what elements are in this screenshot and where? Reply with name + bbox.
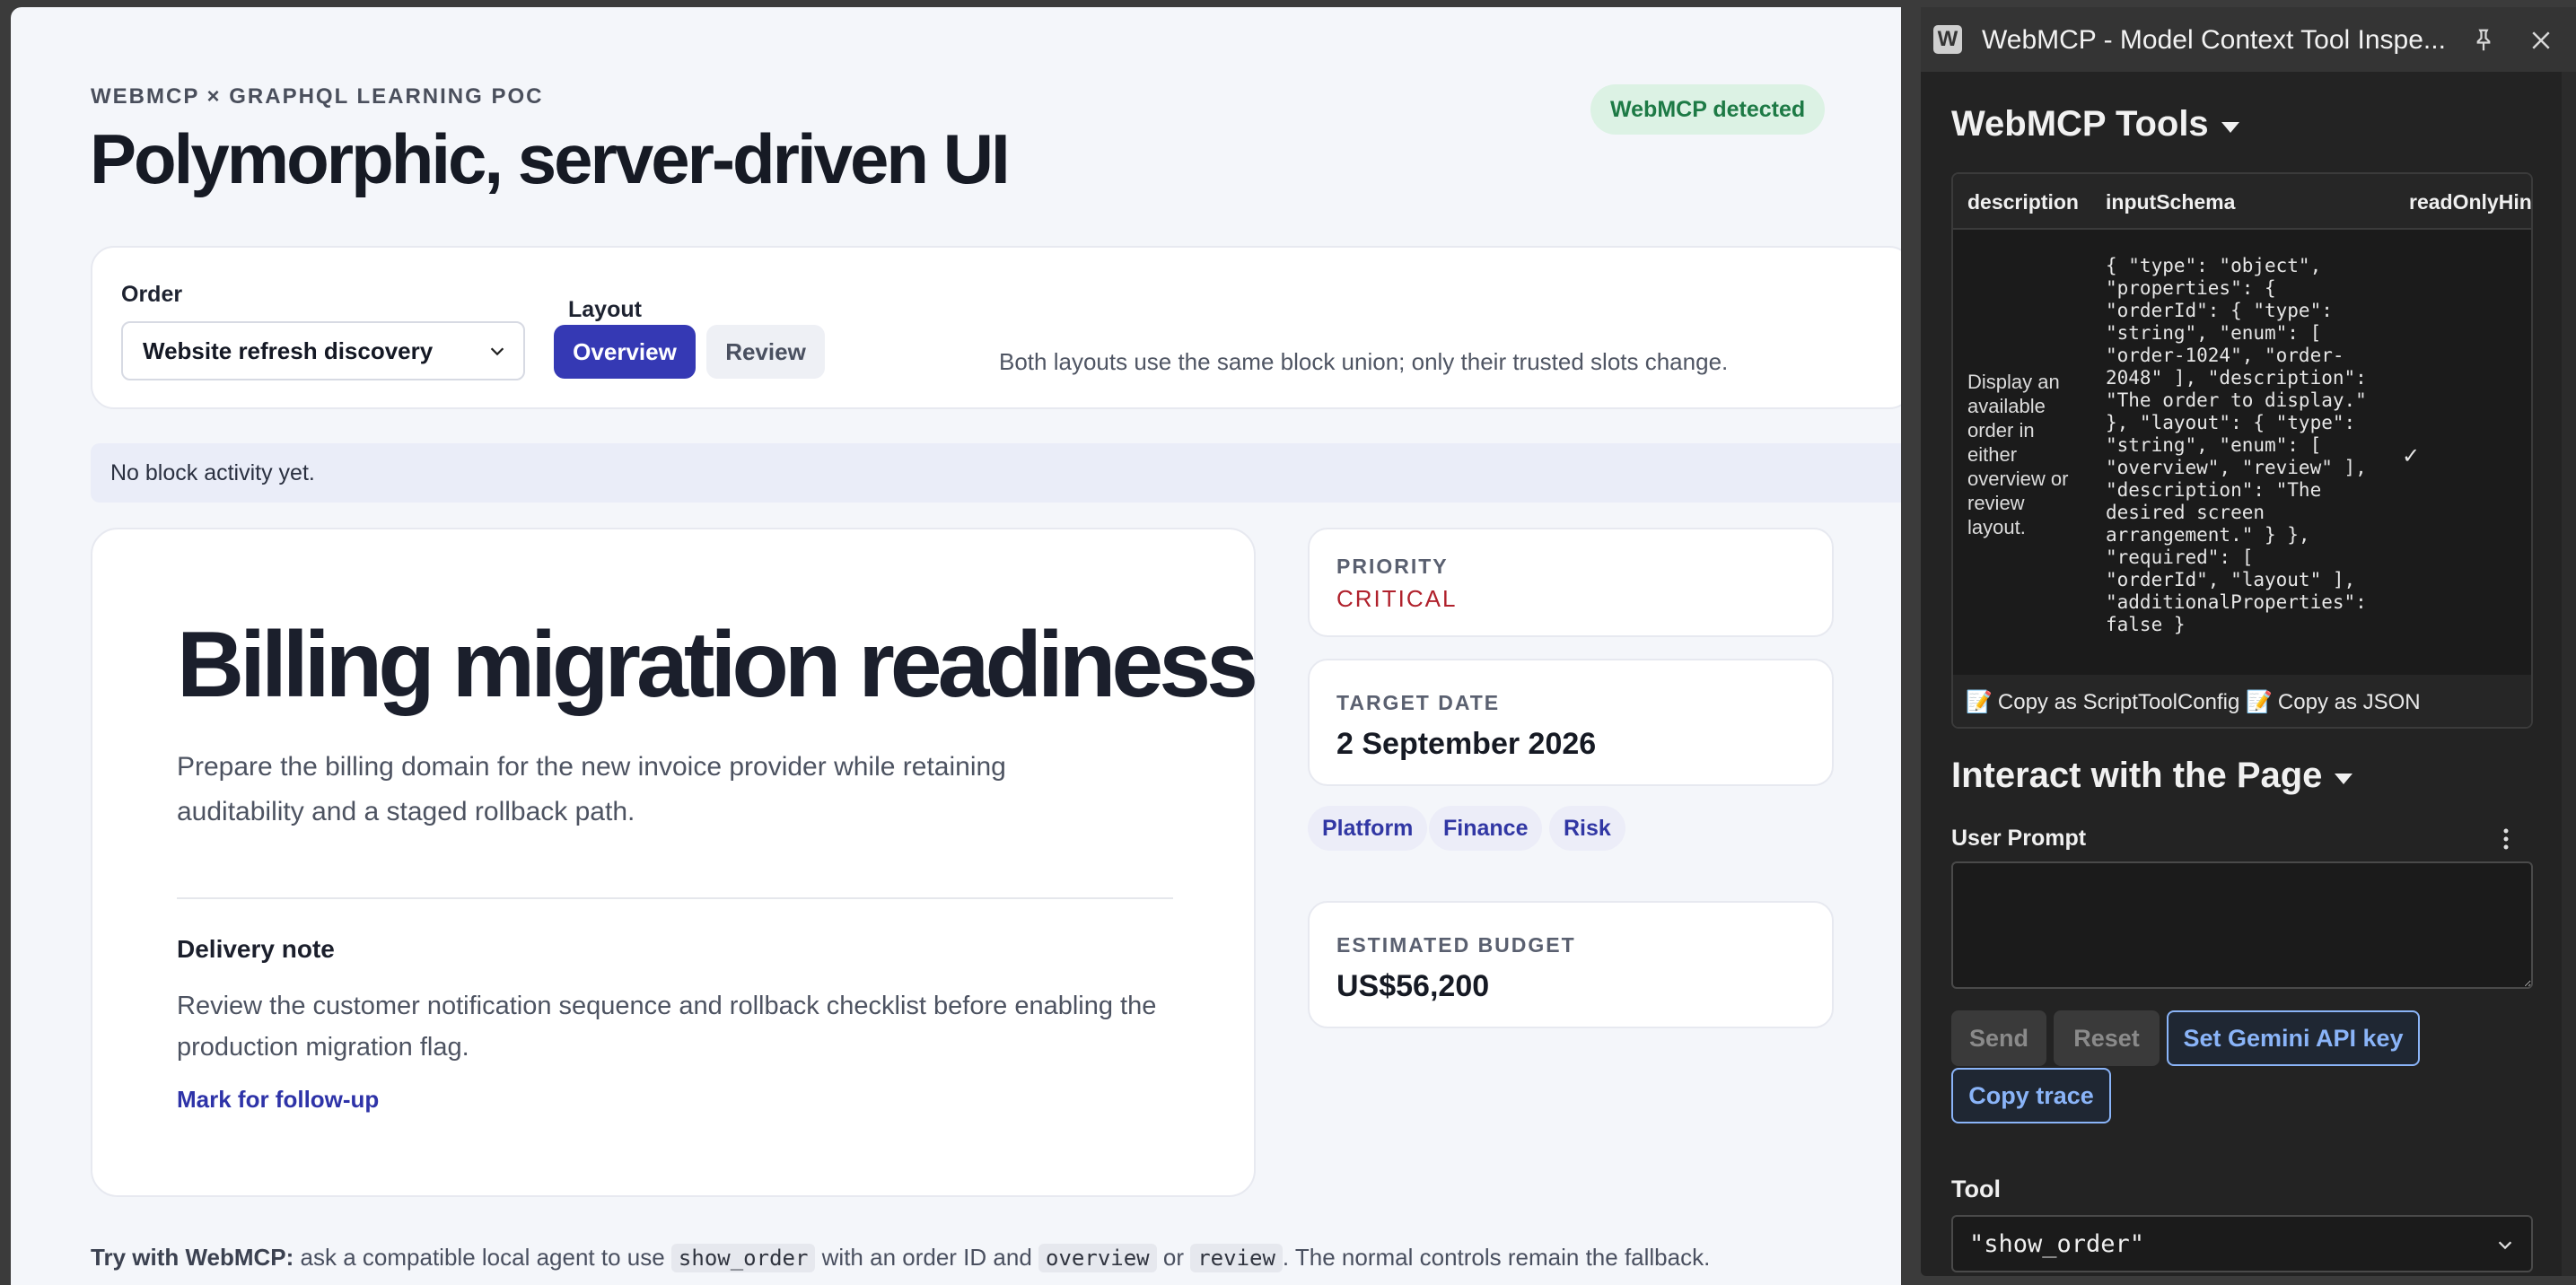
hint-code-review: review — [1190, 1244, 1283, 1272]
block-description: Prepare the billing domain for the new i… — [177, 752, 1006, 826]
tools-heading[interactable]: WebMCP Tools — [1951, 104, 2239, 144]
hint-text: ask a compatible local agent to use — [300, 1244, 665, 1271]
tool-schema-cell: { "type": "object", "properties": { "ord… — [2106, 255, 2367, 635]
copy-script-config-button[interactable]: 📝 Copy as ScriptToolConfig — [1966, 689, 2239, 715]
tool-label: Tool — [1951, 1176, 2001, 1202]
caret-down-icon — [2335, 773, 2353, 784]
tool-description-cell: Display an available order in either ove… — [1967, 371, 2069, 538]
reset-button[interactable]: Reset — [2054, 1010, 2160, 1066]
hint-text: . The normal controls remain the fallbac… — [1282, 1244, 1711, 1271]
budget-value: US$56,200 — [1336, 969, 1490, 1003]
controls-note: Both layouts use the same block union; o… — [999, 348, 1729, 375]
extension-title: WebMCP - Model Context Tool Inspe... — [1982, 25, 2446, 55]
hint-lead: Try with WebMCP: — [91, 1244, 294, 1271]
interact-heading-label: Interact with the Page — [1951, 756, 2323, 795]
overview-block-card: Billing migration readiness Prepare the … — [91, 528, 1258, 1197]
controls-card: Order Website refresh discovery Layout O… — [91, 246, 1901, 409]
order-select-value: Website refresh discovery — [143, 337, 434, 364]
column-input-schema: inputSchema — [2106, 190, 2236, 214]
layout-label: Layout — [568, 297, 642, 322]
tool-select[interactable]: "show_order" — [1951, 1215, 2533, 1272]
more-options-icon[interactable] — [2495, 826, 2517, 852]
copy-trace-button[interactable]: Copy trace — [1951, 1068, 2111, 1123]
memo-icon: 📝 — [1966, 689, 1993, 714]
extension-scrollbar[interactable] — [2562, 72, 2576, 1276]
user-prompt-label: User Prompt — [1951, 826, 2087, 851]
status-badge: WebMCP detected — [1590, 84, 1826, 135]
divider — [177, 897, 1173, 899]
chevron-down-icon — [2498, 1241, 2512, 1250]
webmcp-hint: Try with WebMCP: ask a compatible local … — [91, 1244, 1710, 1272]
column-readonly-hint: readOnlyHin — [2409, 190, 2532, 214]
eyebrow: WEBMCP × GRAPHQL LEARNING POC — [91, 84, 544, 109]
tools-table: description inputSchema readOnlyHin Disp… — [1951, 172, 2533, 729]
layout-review-button[interactable]: Review — [706, 325, 825, 379]
pin-icon[interactable] — [2470, 27, 2497, 54]
mark-follow-up-link[interactable]: Mark for follow-up — [177, 1086, 379, 1114]
budget-label: ESTIMATED BUDGET — [1336, 933, 1576, 957]
app-page: WEBMCP × GRAPHQL LEARNING POC Polymorphi… — [11, 7, 1901, 1285]
priority-card: PRIORITY CRITICAL — [1308, 528, 1834, 637]
target-date-value: 2 September 2026 — [1336, 727, 1597, 761]
delivery-note-heading: Delivery note — [177, 935, 335, 963]
hint-code-show-order: show_order — [670, 1244, 816, 1272]
target-date-card: TARGET DATE 2 September 2026 — [1308, 659, 1834, 786]
set-api-key-button[interactable]: Set Gemini API key — [2167, 1010, 2420, 1066]
layout-overview-button[interactable]: Overview — [554, 325, 696, 379]
extension-logo-icon: W — [1933, 25, 1962, 54]
copy-json-button[interactable]: 📝 Copy as JSON — [2246, 689, 2421, 715]
page-title: Polymorphic, server-driven UI — [90, 119, 1011, 198]
order-select[interactable]: Website refresh discovery — [121, 321, 525, 380]
tool-select-value: "show_order" — [1969, 1229, 2145, 1258]
priority-value: CRITICAL — [1336, 585, 1458, 612]
interact-heading[interactable]: Interact with the Page — [1951, 756, 2353, 796]
user-prompt-input[interactable] — [1951, 861, 2533, 989]
send-button[interactable]: Send — [1951, 1010, 2046, 1066]
budget-card: ESTIMATED BUDGET US$56,200 — [1308, 901, 1834, 1028]
tools-heading-label: WebMCP Tools — [1951, 104, 2209, 144]
tag-platform: Platform — [1308, 806, 1428, 851]
copy-json-label: Copy as JSON — [2277, 689, 2421, 714]
target-date-label: TARGET DATE — [1336, 691, 1501, 714]
hint-text: with an order ID and — [821, 1244, 1032, 1271]
copy-script-config-label: Copy as ScriptToolConfig — [1997, 689, 2240, 714]
close-icon[interactable] — [2528, 27, 2554, 54]
chevron-down-icon — [490, 347, 504, 356]
order-label: Order — [121, 282, 183, 307]
table-header: description inputSchema readOnlyHin — [1953, 174, 2531, 230]
table-footer: 📝 Copy as ScriptToolConfig 📝 Copy as JSON — [1953, 675, 2531, 727]
priority-label: PRIORITY — [1336, 555, 1449, 578]
column-description: description — [1967, 190, 2079, 214]
caret-down-icon — [2221, 121, 2239, 133]
tag-risk: Risk — [1549, 806, 1625, 851]
memo-icon: 📝 — [2246, 689, 2273, 714]
extension-titlebar: W WebMCP - Model Context Tool Inspe... — [1921, 7, 2576, 72]
hint-code-overview: overview — [1038, 1244, 1157, 1272]
readonly-check-cell: ✓ — [2402, 444, 2421, 468]
activity-status: No block activity yet. — [91, 443, 1901, 503]
delivery-note-text: Review the customer notification sequenc… — [177, 992, 1157, 1062]
extension-panel: WebMCP Tools description inputSchema rea… — [1921, 72, 2562, 1276]
hint-text: or — [1162, 1244, 1184, 1271]
block-title: Billing migration readiness — [177, 613, 1258, 717]
tag-finance: Finance — [1429, 806, 1543, 851]
